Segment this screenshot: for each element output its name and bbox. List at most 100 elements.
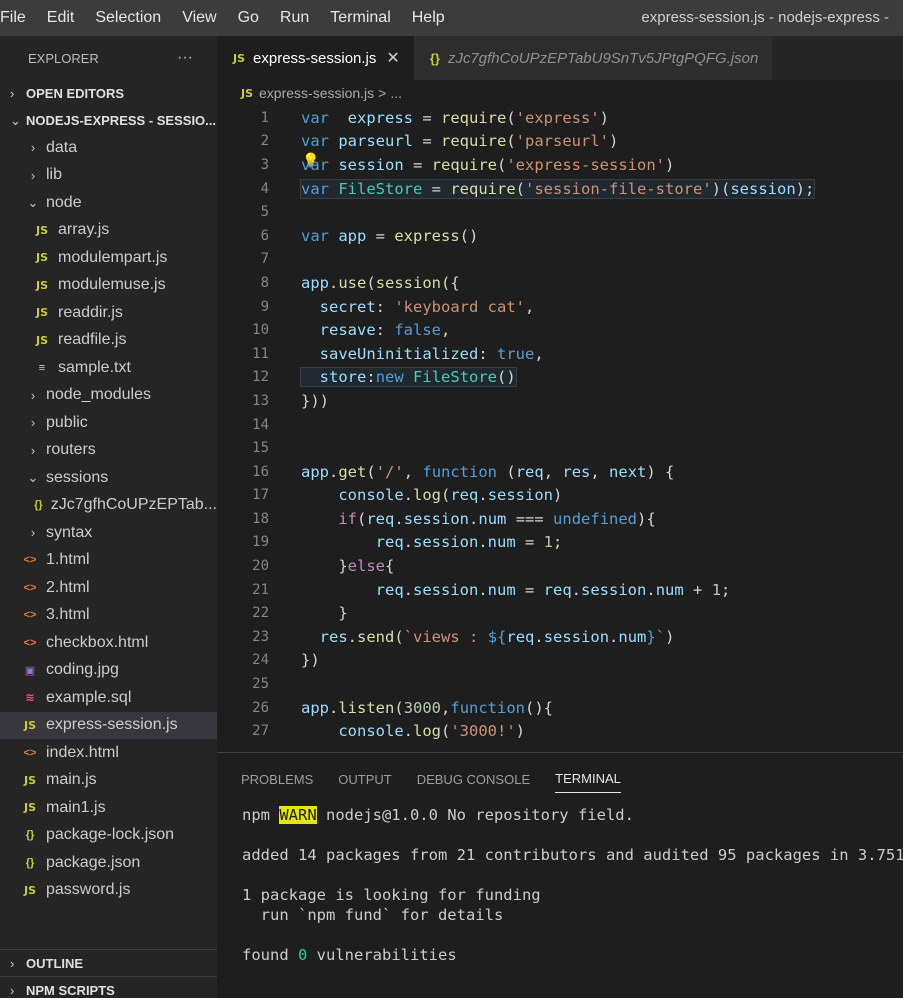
code-editor[interactable]: 1 var express = require('express') 2 var pa…	[217, 106, 903, 743]
tree-file[interactable]: JS readdir.js	[0, 299, 217, 327]
chevron-right-icon: ›	[30, 415, 36, 431]
code-line: 11 saveUninitialized: true,	[217, 342, 903, 366]
bottom-panel: PROBLEMS OUTPUT DEBUG CONSOLE TERMINAL npm …	[217, 752, 903, 998]
tree-folder[interactable]: › data	[0, 134, 217, 162]
breadcrumb-file[interactable]: express-session.js	[259, 85, 374, 101]
line-number: 19	[252, 534, 269, 551]
menu-item-file[interactable]: File	[0, 9, 26, 27]
tree-file[interactable]: JS readfile.js	[0, 327, 217, 355]
line-number: 26	[252, 699, 269, 716]
line-number: 21	[252, 581, 269, 598]
line-number: 12	[252, 369, 269, 386]
tree-item-label: lib	[46, 166, 63, 184]
tree-file[interactable]: <> 1.html	[0, 547, 217, 575]
tree-file[interactable]: JS password.js	[0, 877, 217, 905]
panel-tab-problems[interactable]: PROBLEMS	[241, 766, 313, 793]
breadcrumb-rest[interactable]: ...	[390, 85, 402, 101]
npm-scripts-section[interactable]: › NPM SCRIPTS	[0, 976, 217, 998]
tree-file[interactable]: {} package.json	[0, 849, 217, 877]
panel-tab-debug-console[interactable]: DEBUG CONSOLE	[417, 766, 530, 793]
tree-file[interactable]: ≡ sample.txt	[0, 354, 217, 382]
code-line: 14	[217, 413, 903, 437]
tree-file[interactable]: <> index.html	[0, 739, 217, 767]
explorer-header: EXPLORER ···	[0, 36, 217, 80]
close-icon[interactable]: ✕	[386, 48, 399, 68]
line-number: 16	[252, 463, 269, 480]
panel-tab-terminal[interactable]: TERMINAL	[555, 765, 621, 793]
tree-file[interactable]: JS modulemuse.js	[0, 272, 217, 300]
chevron-down-icon: ⌄	[27, 194, 39, 210]
tree-item-label: node_modules	[46, 386, 151, 404]
warn-badge: WARN	[279, 806, 317, 824]
menu-item-selection[interactable]: Selection	[95, 9, 161, 27]
tree-file[interactable]: JS main1.js	[0, 794, 217, 822]
tree-item-label: sessions	[46, 468, 109, 486]
menu-item-terminal[interactable]: Terminal	[330, 9, 390, 27]
line-number: 10	[252, 322, 269, 339]
open-editors-label: OPEN EDITORS	[26, 86, 125, 101]
tree-item-label: main.js	[46, 771, 97, 789]
editor-tab[interactable]: JS express-session.js ✕	[217, 36, 414, 80]
project-section[interactable]: ⌄ NODEJS-EXPRESS - SESSIO...	[0, 107, 217, 134]
open-editors-section[interactable]: › OPEN EDITORS	[0, 80, 217, 107]
tree-file[interactable]: {} package-lock.json	[0, 822, 217, 850]
tree-file[interactable]: JS modulempart.js	[0, 244, 217, 272]
tree-folder[interactable]: › node_modules	[0, 382, 217, 410]
tree-folder[interactable]: ⌄ sessions	[0, 464, 217, 492]
tree-folder[interactable]: › lib	[0, 162, 217, 190]
tab-label: express-session.js	[253, 49, 377, 67]
code-line: 7	[217, 248, 903, 272]
menu-item-help[interactable]: Help	[412, 9, 445, 27]
code-text: var FileStore = require('session-file-st…	[299, 178, 816, 199]
lightbulb-icon[interactable]: 💡	[302, 152, 319, 169]
more-actions-icon[interactable]: ···	[177, 49, 193, 67]
tree-item-label: password.js	[46, 881, 131, 899]
terminal-line: 1 package is looking for funding	[242, 886, 541, 904]
code-line: 6 var app = express()	[217, 224, 903, 248]
tree-folder[interactable]: › public	[0, 409, 217, 437]
tree-item-label: coding.jpg	[46, 661, 119, 679]
menu-item-edit[interactable]: Edit	[47, 9, 75, 27]
tree-item-label: syntax	[46, 523, 93, 541]
tree-item-label: express-session.js	[46, 716, 178, 734]
tree-folder[interactable]: ⌄ node	[0, 189, 217, 217]
terminal-output[interactable]: npm WARN nodejs@1.0.0 No repository fiel…	[217, 805, 903, 965]
code-line: 10 resave: false,	[217, 318, 903, 342]
outline-section[interactable]: › OUTLINE	[0, 949, 217, 976]
tree-file[interactable]: <> checkbox.html	[0, 629, 217, 657]
line-number: 7	[260, 251, 269, 268]
panel-tab-output[interactable]: OUTPUT	[338, 766, 391, 793]
tree-item-label: readdir.js	[58, 303, 123, 321]
tree-file[interactable]: JS main.js	[0, 767, 217, 795]
breadcrumb: JS express-session.js > ...	[217, 80, 903, 106]
editor-tab[interactable]: {} zJc7gfhCoUPzEPTabU9SnTv5JPtgPQFG.json	[413, 36, 773, 80]
tree-folder[interactable]: › syntax	[0, 519, 217, 547]
tree-folder[interactable]: › routers	[0, 437, 217, 465]
code-line: 1 var express = require('express')	[217, 106, 903, 130]
menu-list: File Edit Selection View Go Run Terminal Help	[0, 9, 445, 27]
menu-item-view[interactable]: View	[182, 9, 216, 27]
menu-item-run[interactable]: Run	[280, 9, 309, 27]
js-file-icon: JS	[35, 278, 48, 292]
code-text: if(req.session.num === undefined){	[338, 509, 656, 528]
project-label: NODEJS-EXPRESS - SESSIO...	[26, 113, 216, 128]
image-file-icon: ▣	[24, 664, 36, 677]
line-number: 22	[252, 605, 269, 622]
js-file-icon: JS	[35, 251, 48, 265]
tree-file[interactable]: <> 2.html	[0, 574, 217, 602]
editor-area: JS express-session.js ✕ {} zJc7gfhCoUPzEPTab…	[217, 36, 903, 752]
tree-file[interactable]: JS array.js	[0, 217, 217, 245]
code-text: app.get('/', function (req, res, next) {	[301, 462, 675, 481]
tree-item-label: routers	[46, 441, 96, 459]
tree-item-label: zJc7gfhCoUPzEPTab...	[50, 496, 217, 514]
tree-file[interactable]: {} zJc7gfhCoUPzEPTab...	[0, 492, 217, 520]
chevron-right-icon: ›	[30, 140, 36, 156]
chevron-right-icon: ›	[10, 955, 15, 971]
tree-file[interactable]: ▣ coding.jpg	[0, 657, 217, 685]
tree-file[interactable]: ≋ example.sql	[0, 684, 217, 712]
menu-item-go[interactable]: Go	[238, 9, 259, 27]
json-file-icon: {}	[429, 50, 440, 66]
tree-file[interactable]: JS express-session.js	[0, 711, 217, 739]
terminal-line: run `npm fund` for details	[242, 906, 504, 924]
tree-file[interactable]: <> 3.html	[0, 602, 217, 630]
